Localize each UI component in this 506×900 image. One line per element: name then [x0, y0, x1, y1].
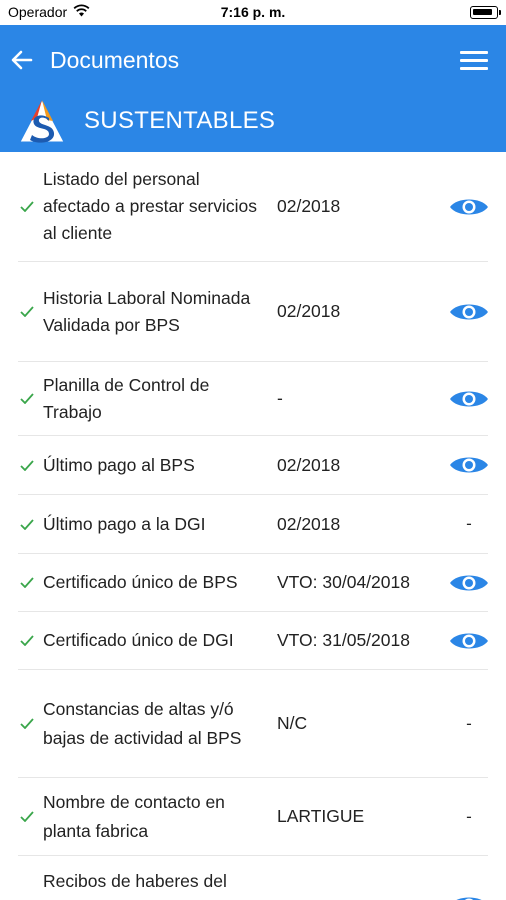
eye-icon — [450, 575, 488, 590]
brand-name: SUSTENTABLES — [84, 107, 276, 134]
back-button[interactable] — [4, 45, 40, 75]
document-label: Constancias de altas y/ó bajas de activi… — [43, 698, 242, 748]
document-label: Nombre de contacto en planta fabrica — [43, 791, 225, 841]
app-header: Documentos SUSTENTABLES — [0, 25, 506, 152]
eye-icon — [450, 199, 488, 214]
document-label: Planilla de Control de Trabajo — [43, 374, 210, 422]
battery-icon — [470, 6, 501, 19]
document-label: Historia Laboral Nominada Validada por B… — [43, 287, 251, 335]
document-label: Listado del personal afectado a prestar … — [43, 169, 257, 243]
brand-row: SUSTENTABLES — [18, 97, 275, 145]
document-value: LARTIGUE — [277, 806, 365, 826]
list-item: Nombre de contacto en planta fabrica LAR… — [18, 778, 488, 856]
view-button[interactable] — [448, 630, 490, 652]
check-icon — [18, 518, 36, 530]
list-item: Listado del personal afectado a prestar … — [18, 152, 488, 262]
no-document-indicator: - — [466, 806, 472, 826]
hamburger-icon-line — [460, 58, 488, 62]
list-item: Certificado único de DGI VTO: 31/05/2018 — [18, 612, 488, 670]
view-button[interactable] — [448, 454, 490, 476]
list-item: Historia Laboral Nominada Validada por B… — [18, 262, 488, 362]
eye-icon — [456, 897, 482, 900]
check-icon — [18, 718, 36, 729]
list-item: Constancias de altas y/ó bajas de activi… — [18, 670, 488, 778]
hamburger-icon-line — [460, 66, 488, 70]
check-icon — [18, 635, 36, 646]
no-document-indicator: - — [466, 713, 472, 733]
view-button[interactable] — [448, 894, 490, 900]
document-value: 02/2018 — [277, 301, 341, 321]
eye-icon — [450, 304, 488, 319]
eye-icon — [450, 457, 488, 473]
check-icon — [18, 459, 36, 471]
status-bar: Operador 7:16 p. m. — [0, 0, 506, 25]
check-icon — [18, 577, 36, 588]
eye-icon — [450, 633, 488, 648]
brand-logo — [18, 97, 66, 145]
document-label: Certificado único de BPS — [43, 572, 238, 592]
list-item: Último pago al BPS 02/2018 — [18, 436, 488, 495]
check-icon — [18, 201, 36, 212]
menu-button[interactable] — [460, 47, 488, 73]
view-button[interactable] — [448, 572, 490, 594]
no-document-indicator: - — [466, 514, 472, 533]
document-label: Último pago a la DGI — [43, 513, 206, 534]
document-value: 02/2018 — [277, 196, 341, 216]
view-button[interactable] — [448, 196, 490, 218]
check-icon — [18, 306, 36, 317]
document-value: 02/2018 — [277, 454, 341, 475]
list-item: Planilla de Control de Trabajo - — [18, 362, 488, 436]
status-time: 7:16 p. m. — [220, 4, 286, 20]
list-item: Último pago a la DGI 02/2018 - — [18, 495, 488, 554]
list-item: Recibos de haberes del — [18, 856, 488, 900]
document-label: Recibos de haberes del — [43, 871, 227, 891]
document-list: Listado del personal afectado a prestar … — [0, 152, 506, 900]
view-button[interactable] — [448, 301, 490, 323]
document-value: N/C — [277, 713, 308, 733]
document-value: VTO: 31/05/2018 — [277, 630, 410, 650]
document-value: VTO: 30/04/2018 — [277, 572, 410, 592]
document-label: Certificado único de DGI — [43, 630, 234, 650]
document-label: Último pago al BPS — [43, 454, 195, 475]
eye-icon — [450, 391, 488, 406]
back-arrow-icon — [11, 50, 33, 70]
hamburger-icon-line — [460, 50, 488, 54]
page-title: Documentos — [50, 47, 180, 73]
document-value: - — [277, 388, 283, 408]
document-value: 02/2018 — [277, 513, 341, 534]
check-icon — [18, 393, 36, 404]
view-button[interactable] — [448, 388, 490, 410]
list-item: Certificado único de BPS VTO: 30/04/2018 — [18, 554, 488, 612]
check-icon — [18, 811, 36, 822]
